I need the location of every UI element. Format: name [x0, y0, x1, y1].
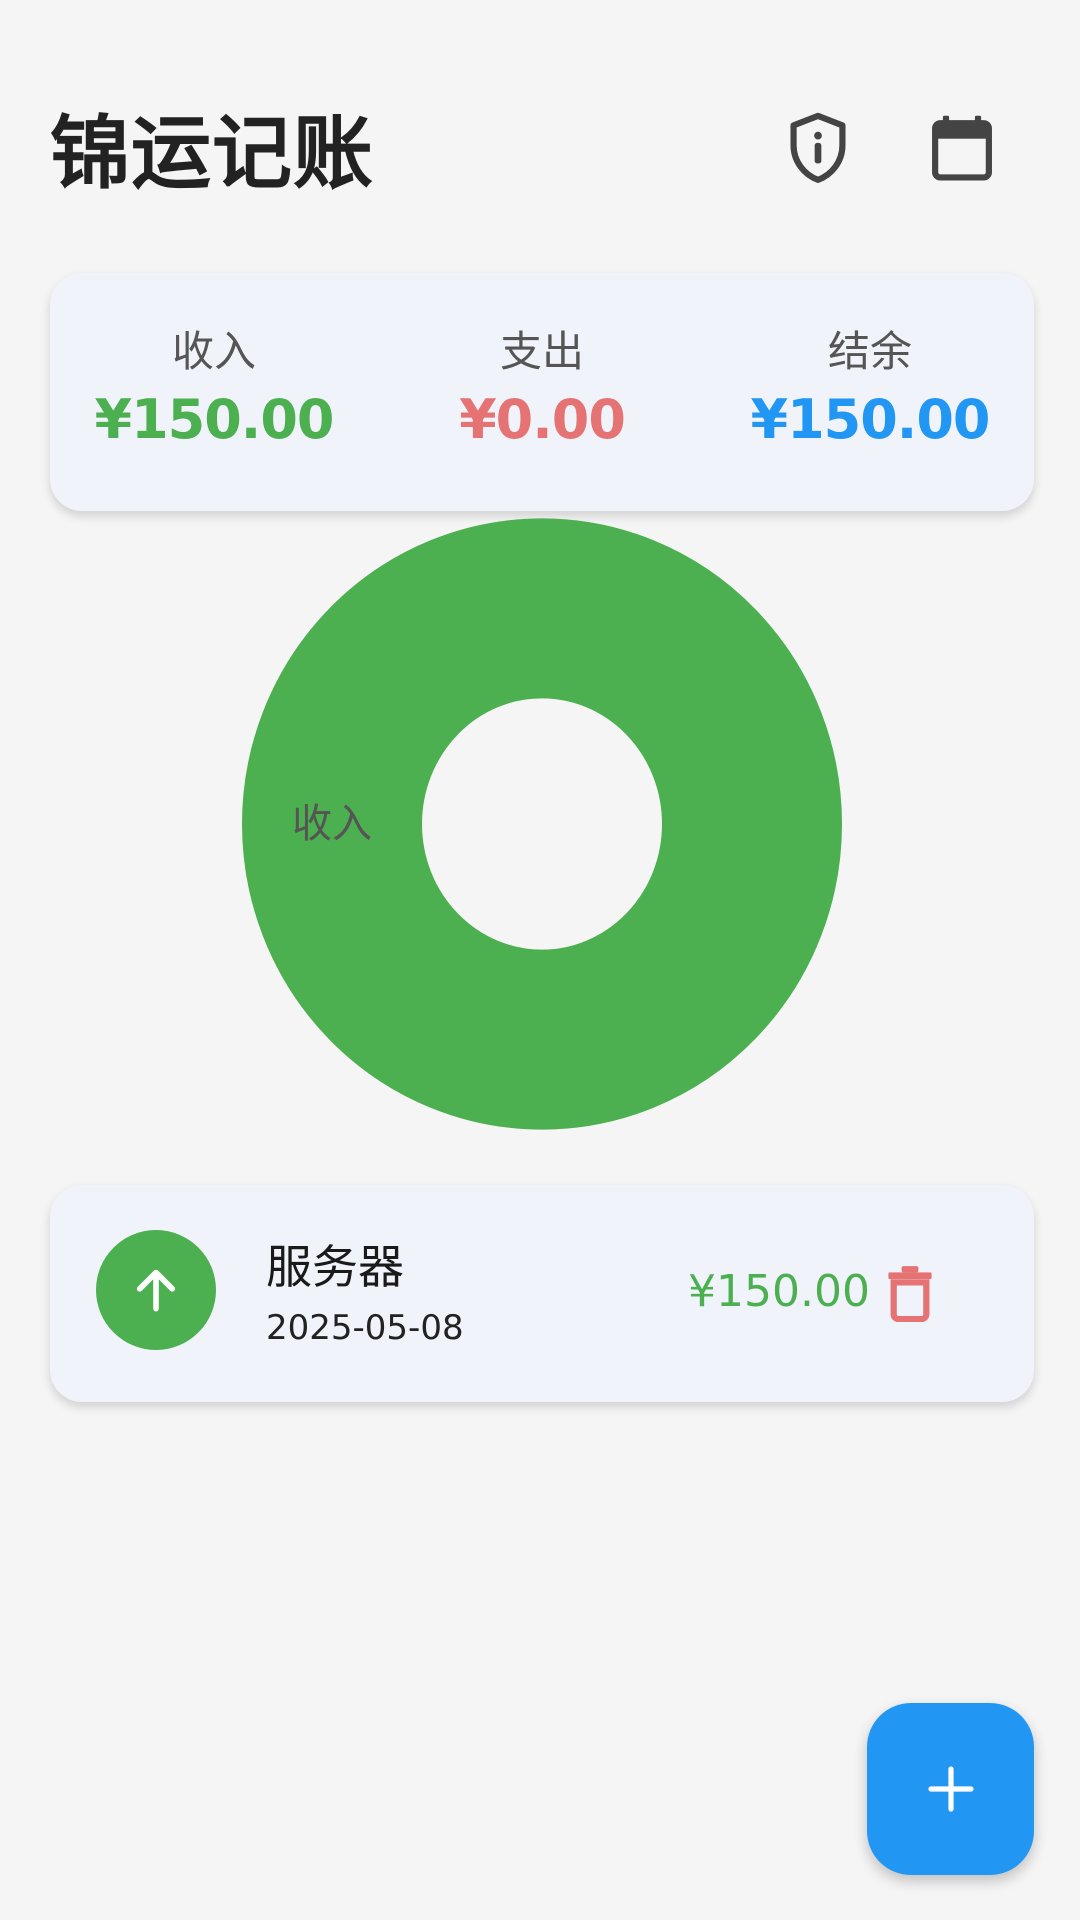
expense-label: 支出: [499, 327, 584, 376]
balance-value: ¥150.00: [750, 388, 991, 451]
donut-slice-0: [242, 518, 842, 1130]
delete-button[interactable]: [862, 1245, 958, 1341]
app-title: 锦运记账: [50, 107, 374, 200]
record-item[interactable]: 服务器 2025-05-08 ¥150.00: [50, 1185, 1034, 1402]
privacy-button[interactable]: [768, 98, 868, 198]
calendar-button[interactable]: [912, 98, 1012, 198]
income-summary: 收入 ¥150.00: [50, 273, 378, 511]
trash-icon: [888, 1266, 932, 1322]
record-amount: ¥150.00: [688, 1266, 870, 1317]
record-title: 服务器: [266, 1240, 404, 1294]
summary-card: 收入 ¥150.00 支出 ¥0.00 结余 ¥150.00: [50, 273, 1034, 511]
income-type-badge: [96, 1230, 216, 1350]
income-expense-chart: 收入: [240, 514, 844, 1134]
income-label: 收入: [171, 327, 256, 376]
plus-icon: [927, 1766, 974, 1812]
record-date: 2025-05-08: [266, 1308, 464, 1348]
expense-value: ¥0.00: [459, 388, 626, 451]
expense-summary: 支出 ¥0.00: [378, 273, 706, 511]
balance-label: 结余: [827, 327, 912, 376]
donut-chart: 收入: [242, 518, 842, 1130]
donut-slice-label-0: 收入: [292, 801, 372, 847]
shield-info-icon: [790, 112, 846, 183]
balance-summary: 结余 ¥150.00: [706, 273, 1034, 511]
arrow-up-icon: [136, 1269, 176, 1312]
calendar-icon: [932, 115, 992, 181]
income-value: ¥150.00: [94, 388, 335, 451]
add-record-button[interactable]: [867, 1703, 1034, 1875]
